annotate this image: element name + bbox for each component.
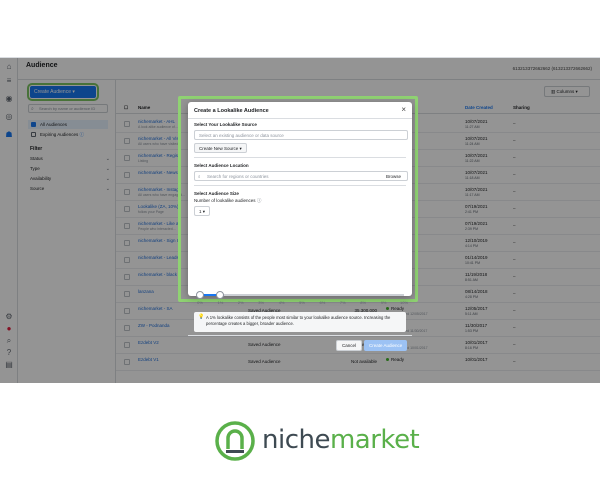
source-input[interactable]: Select an existing audience or data sour… bbox=[194, 130, 408, 140]
slider-tick-label: 10% bbox=[399, 300, 409, 305]
logo-wordmark: nichemarket bbox=[262, 425, 420, 455]
slider-tick-label: 8% bbox=[360, 300, 367, 305]
count-value: 1 bbox=[199, 209, 202, 214]
count-label-text: Number of lookalike audiences bbox=[194, 198, 256, 203]
divider bbox=[188, 118, 412, 119]
logo-word-niche: niche bbox=[262, 425, 330, 455]
audience-count-select[interactable]: 1 ▾ bbox=[194, 206, 211, 216]
slider-tick-label: 9% bbox=[380, 300, 387, 305]
info-box: 💡 A 1% lookalike consists of the people … bbox=[194, 312, 406, 332]
create-new-source-button[interactable]: Create New Source ▾ bbox=[194, 143, 247, 153]
slider-tick-label: 2% bbox=[237, 300, 244, 305]
create-audience-submit-button[interactable]: Create Audience bbox=[364, 340, 408, 351]
slider-start-handle[interactable] bbox=[196, 291, 204, 299]
cancel-button[interactable]: Cancel bbox=[336, 340, 363, 351]
slider-tick-label: 0% bbox=[197, 300, 203, 305]
divider bbox=[194, 185, 406, 186]
location-placeholder: Search for regions or countries bbox=[207, 174, 269, 179]
count-label: Number of lookalike audiences ⓘ bbox=[194, 198, 261, 204]
source-label: Select Your Lookalike Source bbox=[194, 122, 257, 127]
nichemarket-logo-icon bbox=[215, 421, 255, 461]
location-input[interactable]: ⌕ Search for regions or countries Browse bbox=[194, 171, 408, 181]
search-icon: ⌕ bbox=[198, 174, 201, 179]
ads-manager-screen: ⌂ ≡ ◉ ◎ ☗ ⚙ ● ⌕ ? ▤ Audience 61321337266… bbox=[0, 57, 600, 383]
lightbulb-icon: 💡 bbox=[198, 314, 205, 320]
slider-tick-label: 1% bbox=[217, 300, 224, 305]
create-new-source-label: Create New Source bbox=[199, 146, 239, 151]
lookalike-dialog: Create a Lookalike Audience × Select You… bbox=[188, 102, 412, 296]
dialog-title: Create a Lookalike Audience bbox=[194, 108, 269, 114]
size-label: Select Audience Size bbox=[194, 191, 239, 196]
close-icon[interactable]: × bbox=[401, 105, 406, 114]
info-icon: ⓘ bbox=[256, 198, 262, 203]
slider-tick-label: 3% bbox=[258, 300, 265, 305]
slider-tick-label: 5% bbox=[299, 300, 305, 305]
brand-logo: nichemarket bbox=[0, 415, 600, 465]
browse-button[interactable]: Browse bbox=[386, 172, 401, 181]
slider-tick-label: 7% bbox=[339, 300, 346, 305]
divider bbox=[194, 157, 406, 158]
slider-tick-label: 4% bbox=[278, 300, 285, 305]
logo-word-market: market bbox=[329, 425, 420, 455]
divider bbox=[188, 335, 412, 336]
location-label: Select Audience Location bbox=[194, 163, 249, 168]
info-text: A 1% lookalike consists of the people mo… bbox=[206, 315, 391, 326]
slider-tick-label: 6% bbox=[319, 300, 326, 305]
size-slider[interactable] bbox=[196, 291, 404, 299]
